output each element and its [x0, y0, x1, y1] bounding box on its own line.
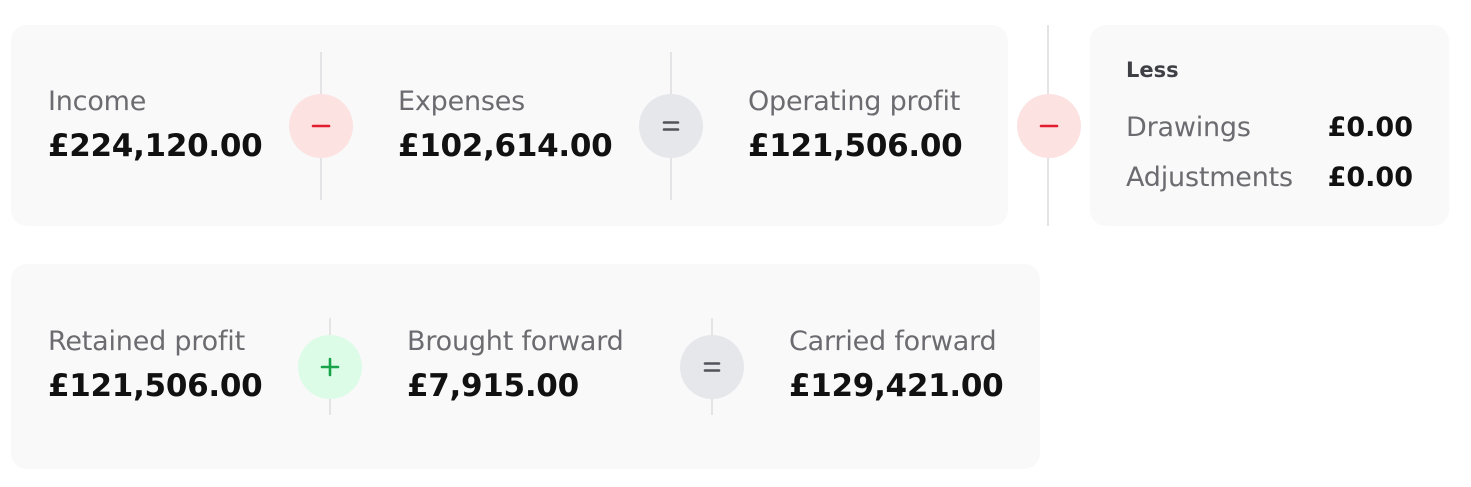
equals-operator	[680, 335, 744, 399]
plus-icon	[320, 357, 340, 377]
expenses-metric: Expenses £102,614.00	[398, 85, 613, 167]
equals-icon	[703, 362, 721, 372]
less-minus-operator	[1017, 94, 1081, 158]
brought-forward-label: Brought forward	[407, 326, 624, 357]
drawings-value: £0.00	[1327, 112, 1413, 143]
less-title: Less	[1126, 58, 1179, 82]
retained-profit-value: £121,506.00	[48, 368, 263, 404]
brought-forward-metric: Brought forward £7,915.00	[407, 325, 624, 407]
retained-profit-label: Retained profit	[48, 326, 245, 357]
minus-icon	[311, 124, 331, 128]
adjustments-value: £0.00	[1327, 162, 1413, 193]
minus-operator	[289, 94, 353, 158]
minus-icon	[1039, 124, 1059, 128]
drawings-label: Drawings	[1126, 112, 1251, 143]
retained-profit-metric: Retained profit £121,506.00	[48, 325, 263, 407]
operating-profit-label: Operating profit	[748, 86, 961, 117]
equals-icon	[662, 121, 680, 131]
income-metric: Income £224,120.00	[48, 85, 263, 167]
expenses-value: £102,614.00	[398, 128, 613, 164]
carried-forward-metric: Carried forward £129,421.00	[789, 325, 1004, 407]
operating-profit-value: £121,506.00	[748, 128, 963, 164]
adjustments-label: Adjustments	[1126, 162, 1293, 193]
brought-forward-value: £7,915.00	[407, 368, 579, 404]
equals-operator	[639, 94, 703, 158]
income-label: Income	[48, 86, 147, 117]
expenses-label: Expenses	[398, 86, 526, 117]
carried-forward-label: Carried forward	[789, 326, 997, 357]
income-value: £224,120.00	[48, 128, 263, 164]
plus-operator	[298, 335, 362, 399]
carried-forward-value: £129,421.00	[789, 368, 1004, 404]
operating-profit-metric: Operating profit £121,506.00	[748, 85, 963, 167]
